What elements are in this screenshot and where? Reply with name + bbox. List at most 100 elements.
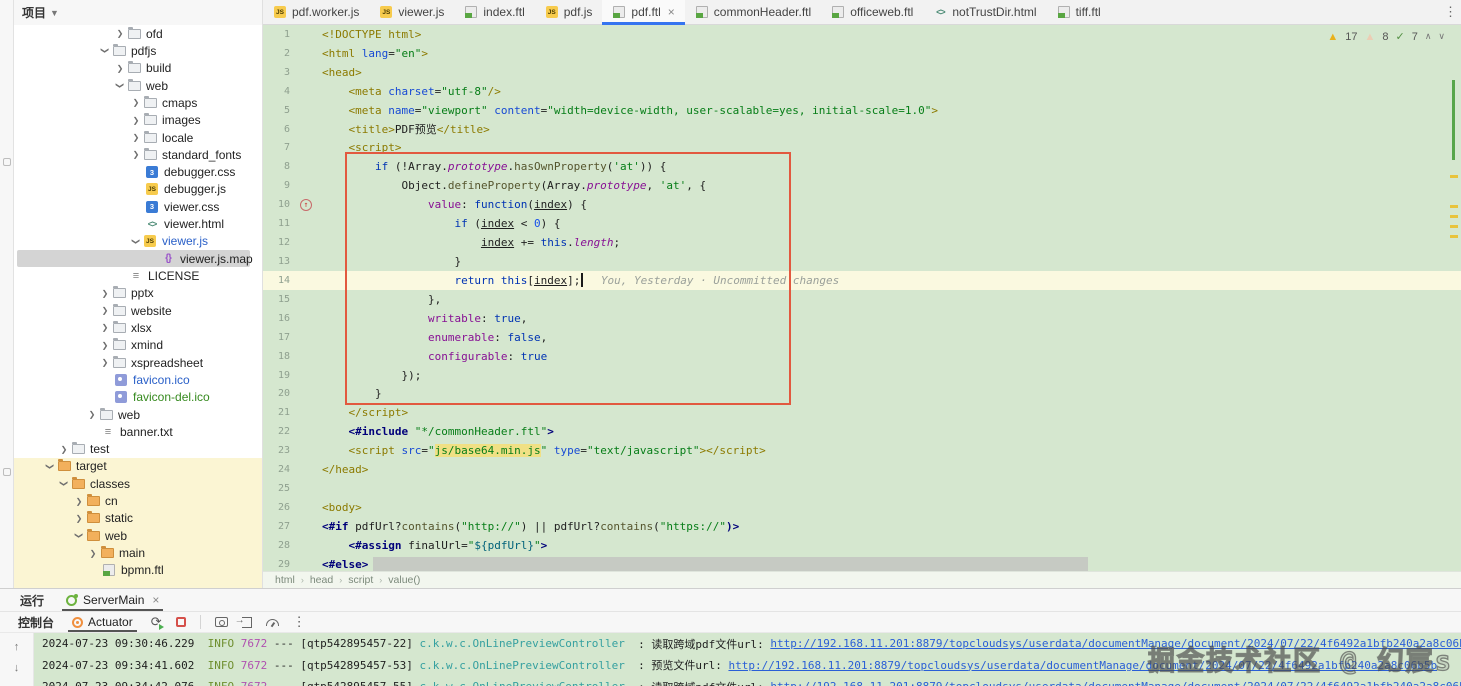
tab-viewer.js[interactable]: JSviewer.js <box>369 0 454 24</box>
code-line[interactable]: 10↑ value: function(index) { <box>263 195 1461 214</box>
tree-item-pdfjs[interactable]: ❯pdfjs <box>14 42 262 59</box>
console-log[interactable]: 掘金技术社区 @ 幻宸s 2024-07-23 09:30:46.229 INF… <box>34 633 1461 686</box>
tab-pdf.worker.js[interactable]: JSpdf.worker.js <box>263 0 369 24</box>
warning-stripe-mark[interactable] <box>1450 225 1458 228</box>
tree-item-test[interactable]: ❯test <box>14 441 262 458</box>
chevron-right-icon[interactable]: ❯ <box>72 514 86 523</box>
breadcrumb-item-html[interactable]: html <box>275 574 295 586</box>
tab-index.ftl[interactable]: index.ftl <box>454 0 534 24</box>
actuator-tab[interactable]: Actuator <box>68 612 137 632</box>
tab-commonHeader.ftl[interactable]: commonHeader.ftl <box>685 0 821 24</box>
tree-item-locale[interactable]: ❯locale <box>14 129 262 146</box>
chevron-right-icon[interactable]: ❯ <box>98 341 112 350</box>
chevron-right-icon[interactable]: ❯ <box>113 29 127 38</box>
chevron-down-icon[interactable]: ▼ <box>50 8 59 18</box>
tree-item-classes[interactable]: ❯classes <box>14 475 262 492</box>
code-line[interactable]: 25 <box>263 479 1461 498</box>
tree-item-main[interactable]: ❯main <box>14 544 262 561</box>
tree-item-pptx[interactable]: ❯pptx <box>14 285 262 302</box>
chevron-right-icon[interactable]: ❯ <box>85 410 99 419</box>
chevron-down-icon[interactable]: ❯ <box>46 459 55 473</box>
tree-item-favicon-del.ico[interactable]: favicon-del.ico <box>14 389 262 406</box>
tree-item-xspreadsheet[interactable]: ❯xspreadsheet <box>14 354 262 371</box>
tree-item-favicon.ico[interactable]: favicon.ico <box>14 371 262 388</box>
code-line[interactable]: 17 enumerable: false, <box>263 328 1461 347</box>
tree-item-xlsx[interactable]: ❯xlsx <box>14 319 262 336</box>
code-line[interactable]: 3<head> <box>263 63 1461 82</box>
code-line[interactable]: 18 configurable: true <box>263 347 1461 366</box>
tree-item-ofd[interactable]: ❯ofd <box>14 25 262 42</box>
code-line[interactable]: 12 index += this.length; <box>263 233 1461 252</box>
chevron-down-icon[interactable]: ❯ <box>116 79 125 93</box>
code-line[interactable]: 26<body> <box>263 498 1461 517</box>
tree-item-viewer.js.map[interactable]: {}viewer.js.map <box>14 250 262 267</box>
tree-item-static[interactable]: ❯static <box>14 510 262 527</box>
tree-item-website[interactable]: ❯website <box>14 302 262 319</box>
stripe-icon[interactable] <box>3 468 11 476</box>
warning-stripe-mark[interactable] <box>1450 175 1458 178</box>
tree-item-web[interactable]: ❯web <box>14 406 262 423</box>
code-line[interactable]: 13 } <box>263 252 1461 271</box>
up-stack-icon[interactable]: ↑ <box>14 641 20 653</box>
tree-item-cmaps[interactable]: ❯cmaps <box>14 94 262 111</box>
code-line[interactable]: 2<html lang="en"> <box>263 44 1461 63</box>
code-line[interactable]: 27<#if pdfUrl?contains("http://") || pdf… <box>263 517 1461 536</box>
code-line[interactable]: 15 }, <box>263 290 1461 309</box>
tree-item-debugger.css[interactable]: 3debugger.css <box>14 164 262 181</box>
tab-pdf.js[interactable]: JSpdf.js <box>535 0 603 24</box>
tree-item-viewer.js[interactable]: ❯JSviewer.js <box>14 233 262 250</box>
tab-officeweb.ftl[interactable]: officeweb.ftl <box>821 0 923 24</box>
code-line[interactable]: 28 <#assign finalUrl="${pdfUrl}"> <box>263 536 1461 555</box>
code-line[interactable]: 7 <script> <box>263 139 1461 158</box>
code-line[interactable]: 4 <meta charset="utf-8"/> <box>263 82 1461 101</box>
chevron-down-icon[interactable]: ❯ <box>75 529 84 543</box>
breadcrumb-item-value()[interactable]: value() <box>388 574 420 586</box>
code-line[interactable]: 22 <#include "*/commonHeader.ftl"> <box>263 422 1461 441</box>
code-line[interactable]: 5 <meta name="viewport" content="width=d… <box>263 101 1461 120</box>
kebab-menu-icon[interactable]: ⋮ <box>1444 4 1457 20</box>
code-line[interactable]: 16 writable: true, <box>263 309 1461 328</box>
tree-item-web[interactable]: ❯web <box>14 77 262 94</box>
chevron-right-icon[interactable]: ❯ <box>98 358 112 367</box>
breadcrumb-item-script[interactable]: script <box>348 574 373 586</box>
code-line[interactable]: 14 return this[index];You, Yesterday · U… <box>263 271 1461 290</box>
inspections-widget[interactable]: ▲17 ▲8 ✓7 ∧ ∨ <box>1327 30 1445 43</box>
tree-item-viewer.html[interactable]: <>viewer.html <box>14 215 262 232</box>
chevron-right-icon[interactable]: ❯ <box>98 323 112 332</box>
chevron-right-icon[interactable]: ❯ <box>86 549 100 558</box>
tree-item-images[interactable]: ❯images <box>14 112 262 129</box>
close-icon[interactable]: × <box>668 5 675 19</box>
rerun-button[interactable]: ⟳ <box>151 614 162 630</box>
stop-button[interactable] <box>176 617 186 627</box>
project-panel-header[interactable]: 项目 ▼ <box>14 0 262 25</box>
tree-item-build[interactable]: ❯build <box>14 60 262 77</box>
tab-pdf.ftl[interactable]: pdf.ftl× <box>602 0 684 24</box>
code-line[interactable]: 20 } <box>263 385 1461 404</box>
chevron-down-icon[interactable]: ❯ <box>132 234 141 248</box>
next-issue-icon[interactable]: ∨ <box>1438 31 1445 42</box>
warning-stripe-mark[interactable] <box>1450 235 1458 238</box>
tree-item-web[interactable]: ❯web <box>14 527 262 544</box>
code-line[interactable]: 24</head> <box>263 460 1461 479</box>
tree-item-bpmn.ftl[interactable]: bpmn.ftl <box>14 562 262 579</box>
tree-item-debugger.js[interactable]: JSdebugger.js <box>14 181 262 198</box>
code-line[interactable]: 21 </script> <box>263 403 1461 422</box>
chevron-right-icon[interactable]: ❯ <box>98 289 112 298</box>
chevron-right-icon[interactable]: ❯ <box>57 445 71 454</box>
code-line[interactable]: 8 if (!Array.prototype.hasOwnProperty('a… <box>263 157 1461 176</box>
log-url-link[interactable]: http://192.168.11.201:8879/topcloudsys/u… <box>770 680 1461 686</box>
tree-item-standard_fonts[interactable]: ❯standard_fonts <box>14 146 262 163</box>
close-icon[interactable]: × <box>152 593 159 607</box>
chevron-right-icon[interactable]: ❯ <box>129 98 143 107</box>
tree-item-banner.txt[interactable]: ≡banner.txt <box>14 423 262 440</box>
tree-item-target[interactable]: ❯target <box>14 458 262 475</box>
run-tab-servermain[interactable]: ServerMain × <box>62 589 163 611</box>
tool-window-stripe[interactable] <box>0 0 14 588</box>
code-line[interactable]: 19 }); <box>263 366 1461 385</box>
tree-item-cn[interactable]: ❯cn <box>14 492 262 509</box>
chevron-right-icon[interactable]: ❯ <box>113 64 127 73</box>
chevron-down-icon[interactable]: ❯ <box>60 477 69 491</box>
tree-item-viewer.css[interactable]: 3viewer.css <box>14 198 262 215</box>
warning-stripe-mark[interactable] <box>1450 205 1458 208</box>
code-line[interactable]: 9 Object.defineProperty(Array.prototype,… <box>263 176 1461 195</box>
